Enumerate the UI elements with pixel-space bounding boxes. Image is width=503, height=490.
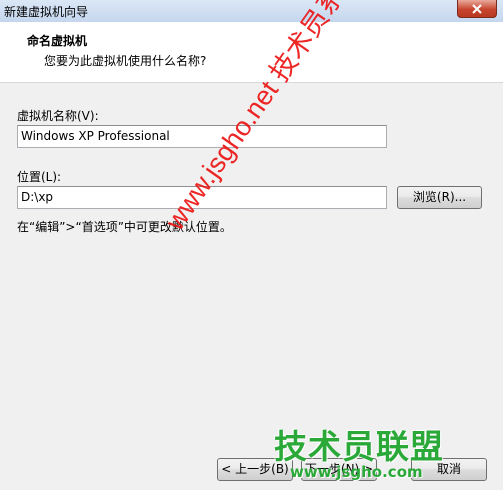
default-location-hint: 在“编辑”>“首选项”中可更改默认位置。 [17,220,232,234]
close-icon [472,3,482,14]
close-button[interactable] [457,0,497,18]
title-bar: 新建虚拟机向导 [0,0,503,23]
page-title: 命名虚拟机 [27,34,88,48]
browse-button[interactable]: 浏览(R)... [397,186,482,209]
logo-watermark: 技术员联盟 [274,427,444,466]
window-title: 新建虚拟机向导 [4,5,89,19]
location-label: 位置(L): [17,170,62,184]
page-subtitle: 您要为此虚拟机使用什么名称? [44,54,207,68]
vm-name-label: 虚拟机名称(V): [17,109,99,123]
url-watermark: www.jsgho.com [290,463,423,481]
